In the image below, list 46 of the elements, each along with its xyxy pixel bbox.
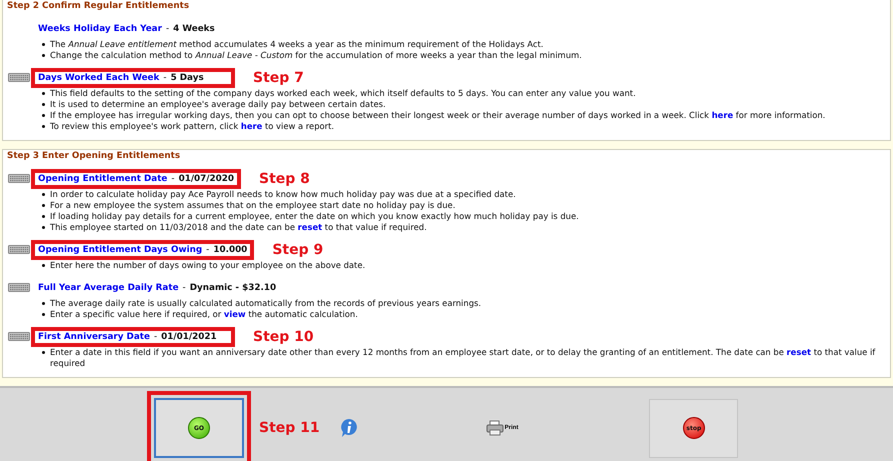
separator-text: - <box>206 244 210 254</box>
field-link[interactable]: Days Worked Each Week <box>38 72 160 82</box>
bullet-text: To review this employee's work pattern, click here to view a report. <box>42 121 890 132</box>
inline-link[interactable]: view <box>224 309 246 319</box>
field-link[interactable]: Weeks Holiday Each Year <box>38 24 162 34</box>
inline-link[interactable]: reset <box>298 222 322 232</box>
bullet-text: If loading holiday pay details for a current employee, enter the date on which you know exactly how much holiday pay is due. <box>42 211 890 222</box>
field-link[interactable]: Opening Entitlement Days Owing <box>38 244 202 254</box>
separator-text: - <box>163 72 167 82</box>
step-label: Step 9 <box>272 242 324 258</box>
step-label: Step 11 <box>259 420 320 436</box>
inline-link[interactable]: here <box>712 110 734 120</box>
field-value: 01/01/2021 <box>161 332 217 342</box>
field-value: 5 Days <box>170 72 204 82</box>
bullet-text: It is used to determine an employee's average daily pay between certain dates. <box>42 99 890 110</box>
field-value: 10.000 <box>213 244 248 254</box>
bullet-text: Change the calculation method to Annual Leave - Custom for the accumulation of more weeks a year than the legal minimum. <box>42 50 890 61</box>
step-label: Step 7 <box>253 70 304 86</box>
bullet-text: In order to calculate holiday pay Ace Payroll needs to know how much holiday pay was due at a specified date. <box>42 189 890 200</box>
field-value: 4 Weeks <box>173 24 215 34</box>
bullet-text: The Annual Leave entitlement method accumulates 4 weeks a year as the minimum requirement of the Holidays Act. <box>42 39 890 50</box>
bullet-text: Enter a specific value here if required, or view the automatic calculation. <box>42 309 890 320</box>
step-label: Step 8 <box>259 170 310 186</box>
info-icon[interactable] <box>340 418 358 438</box>
separator-text: - <box>182 282 186 292</box>
bullet-text: Enter here the number of days owing to your employee on the above date. <box>42 260 890 271</box>
step-label: Step 10 <box>253 328 314 344</box>
field-link[interactable]: First Anniversary Date <box>38 332 150 342</box>
bullet-text: For a new employee the system assumes that on the employee start date no holiday pay is due. <box>42 200 890 211</box>
bullet-text: Enter a date in this field if you want an anniversary date other than every 12 months from an employee start date, or to delay the granting of an entitlement. The date can be reset to that value if required <box>42 347 890 369</box>
inline-link[interactable]: reset <box>786 347 812 357</box>
printer-icon <box>486 420 504 436</box>
field-value: Dynamic - $32.10 <box>190 282 276 292</box>
separator-text: - <box>166 24 170 34</box>
section-heading: Step 2 Confirm Regular Entitlements <box>6 1 190 13</box>
bullet-text: If the employee has irregular working days, then you can opt to choose between their longest week or their average number of days worked in a week. Click here for more information. <box>42 110 890 121</box>
bullet-text: This field defaults to the setting of the company days worked each week, which itself defaults to 5 days. You can enter any value you want. <box>42 88 890 99</box>
inline-link[interactable]: here <box>240 121 262 131</box>
section-heading: Step 3 Enter Opening Entitlements <box>6 151 182 163</box>
field-link[interactable]: Full Year Average Daily Rate <box>38 282 179 292</box>
field-value: 01/07/2020 <box>178 174 234 184</box>
separator-text: - <box>171 174 175 184</box>
field-link[interactable]: Opening Entitlement Date <box>38 174 168 184</box>
separator-text: - <box>154 332 158 342</box>
bullet-text: The average daily rate is usually calculated automatically from the records of previous years earnings. <box>42 298 890 309</box>
bullet-text: This employee started on 11/03/2018 and the date can be reset to that value if required. <box>42 222 890 233</box>
